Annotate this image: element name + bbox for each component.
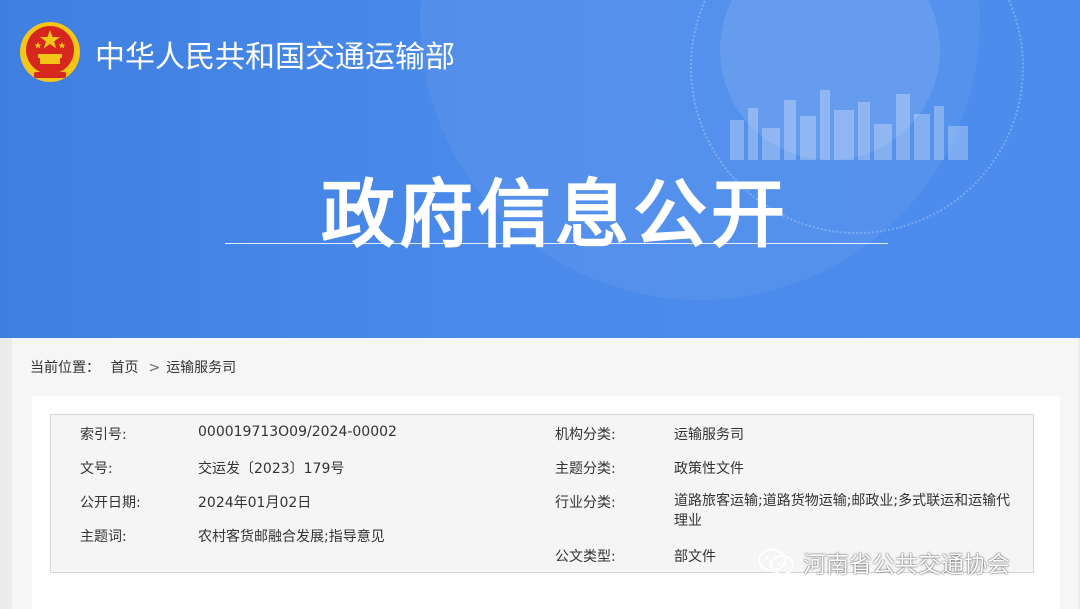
breadcrumb-home-link[interactable]: 首页 xyxy=(110,360,138,376)
header-banner: 中华人民共和国交通运输部 政府信息公开 xyxy=(0,0,1080,338)
topic-category-value: 政策性文件 xyxy=(674,461,744,477)
watermark-text: 河南省公共交通协会 xyxy=(803,552,1010,578)
ministry-name[interactable]: 中华人民共和国交通运输部 xyxy=(95,32,455,76)
breadcrumb: 当前位置： 首页 > 运输服务司 xyxy=(30,357,242,377)
publish-date-label: 公开日期: xyxy=(80,495,141,511)
industry-category-value: 道路旅客运输;道路货物运输;邮政业;多式联运和运输代理业 xyxy=(674,493,1011,529)
document-type-value: 部文件 xyxy=(674,549,716,565)
breadcrumb-separator: > xyxy=(148,360,161,376)
city-skyline-icon xyxy=(730,90,968,160)
watermark: 河南省公共交通协会 xyxy=(757,545,1010,579)
document-type-label: 公文类型: xyxy=(555,549,616,565)
document-number-label: 文号: xyxy=(80,461,113,477)
title-divider xyxy=(225,243,888,244)
agency-category-value: 运输服务司 xyxy=(674,427,744,443)
document-number-value: 交运发〔2023〕179号 xyxy=(198,461,345,477)
breadcrumb-current-link[interactable]: 运输服务司 xyxy=(166,360,236,376)
agency-category-label: 机构分类: xyxy=(555,427,616,443)
index-number-value: 000019713O09/2024-00002 xyxy=(198,424,397,440)
breadcrumb-prefix: 当前位置： xyxy=(30,360,100,376)
index-number-label: 索引号: xyxy=(80,427,127,443)
publish-date-value: 2024年01月02日 xyxy=(198,495,312,511)
page-title: 政府信息公开 xyxy=(321,172,789,258)
national-emblem-icon xyxy=(20,22,80,82)
wechat-icon xyxy=(758,548,794,575)
industry-category-label: 行业分类: xyxy=(555,495,616,511)
topic-category-label: 主题分类: xyxy=(555,461,616,477)
keywords-value: 农村客货邮融合发展;指导意见 xyxy=(198,529,385,545)
keywords-label: 主题词: xyxy=(80,529,127,545)
